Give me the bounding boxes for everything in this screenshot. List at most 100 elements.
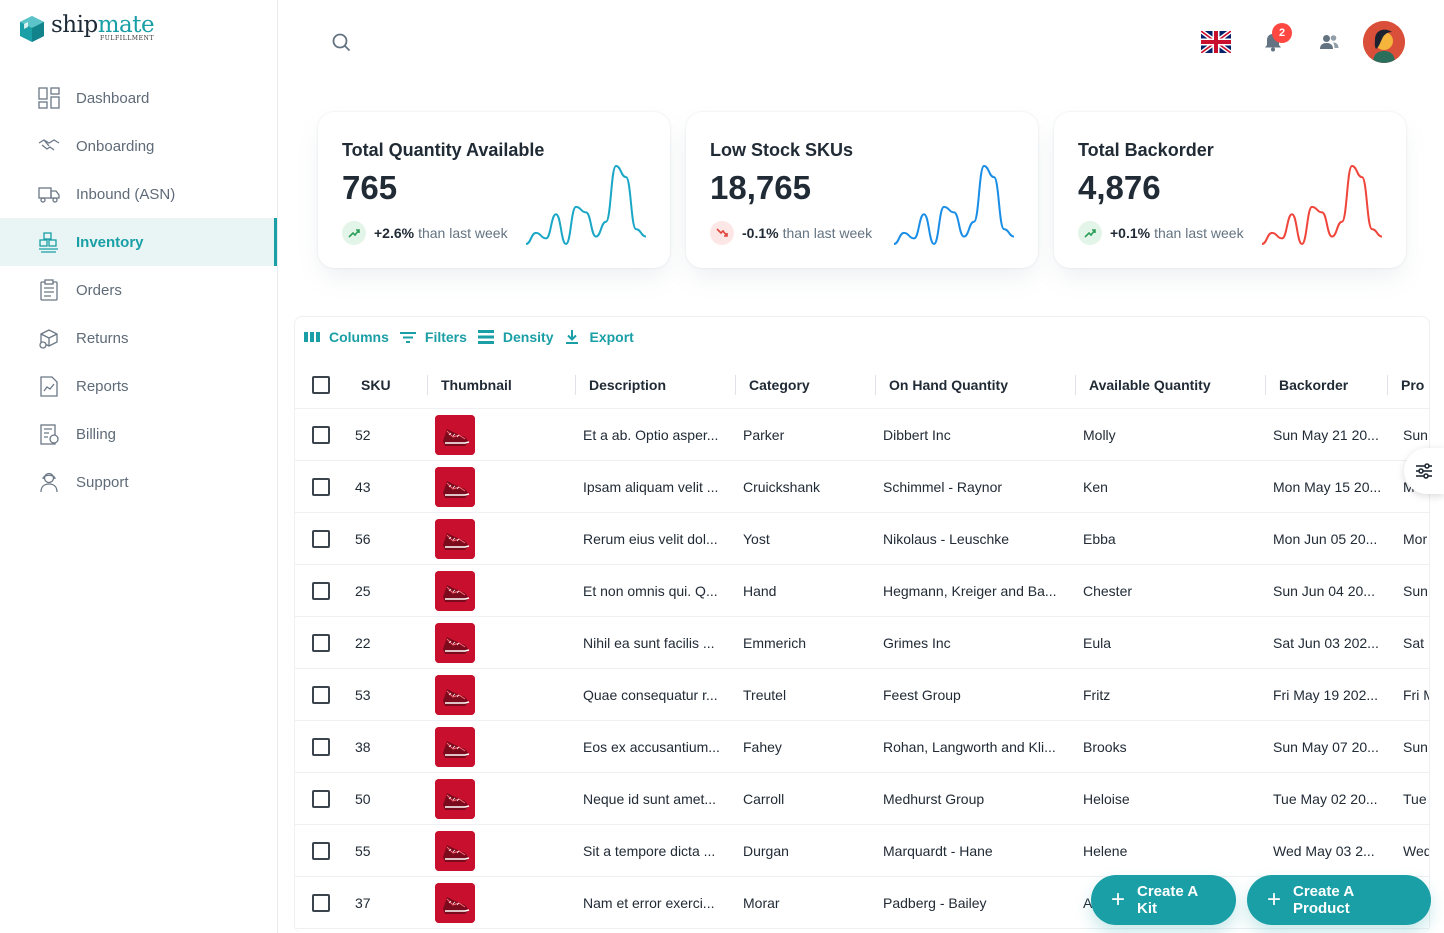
stat-card: Low Stock SKUs 18,765 -0.1% than last week	[686, 112, 1038, 268]
table-toolbar: Columns Filters Density Export	[303, 328, 644, 346]
column-header[interactable]: Category	[735, 361, 810, 409]
columns-icon	[304, 332, 320, 342]
sidebar-item-dashboard[interactable]: Dashboard	[0, 74, 277, 122]
select-all-checkbox[interactable]	[312, 361, 330, 409]
sparkline-chart	[525, 164, 647, 246]
cell-sku: 52	[355, 426, 371, 443]
column-header[interactable]: Pro	[1387, 361, 1424, 409]
row-checkbox[interactable]	[312, 461, 330, 512]
user-avatar[interactable]	[1363, 21, 1405, 63]
sidebar-item-inbound-asn[interactable]: Inbound (ASN)	[0, 170, 277, 218]
table-row[interactable]: 50 Neque id sunt amet... Carroll Medhurst G…	[295, 773, 1429, 825]
trend-percent: -0.1%	[742, 225, 779, 241]
sidebar-item-billing[interactable]: Billing	[0, 410, 277, 458]
logo[interactable]: shipmate FULFILLMENT	[18, 14, 155, 42]
stat-card: Total Backorder 4,876 +0.1% than last week	[1054, 112, 1406, 268]
row-checkbox[interactable]	[312, 409, 330, 460]
card-value: 4,876	[1078, 169, 1161, 206]
cell-sku: 22	[355, 634, 371, 651]
column-separator	[875, 375, 876, 395]
row-checkbox[interactable]	[312, 773, 330, 824]
density-label: Density	[502, 329, 554, 345]
sidebar-item-onboarding[interactable]: Onboarding	[0, 122, 277, 170]
stat-card: Total Quantity Available 765 +2.6% than las…	[318, 112, 670, 268]
sidebar-item-reports[interactable]: Reports	[0, 362, 277, 410]
plus-icon: +	[1111, 886, 1126, 913]
columns-button[interactable]: Columns	[303, 328, 389, 346]
cell-sku: 53	[355, 686, 371, 703]
cell-desc: Ipsam aliquam velit ...	[583, 478, 719, 495]
column-header[interactable]: Backorder	[1265, 361, 1348, 409]
handshake-icon	[37, 134, 61, 158]
sidebar-item-inventory[interactable]: Inventory	[0, 218, 277, 266]
search-icon[interactable]	[331, 32, 351, 52]
sidebar-item-orders[interactable]: Orders	[0, 266, 277, 314]
cell-onhand: Schimmel - Raynor	[883, 478, 1003, 495]
cell-sku: 50	[355, 790, 371, 807]
table-row[interactable]: 56 Rerum eius velit dol... Yost Nikolaus - …	[295, 513, 1429, 565]
row-checkbox[interactable]	[312, 825, 330, 876]
cell-cat: Treutel	[743, 686, 787, 703]
product-thumbnail-image	[435, 830, 475, 871]
filters-button[interactable]: Filters	[399, 328, 467, 346]
sidebar-item-label: Inbound (ASN)	[76, 185, 176, 203]
column-header-label: Available Quantity	[1089, 377, 1211, 393]
column-separator	[1387, 375, 1388, 395]
sparkline-chart	[893, 164, 1015, 246]
table-row[interactable]: 38 Eos ex accusantium... Fahey Rohan, Langw…	[295, 721, 1429, 773]
table-row[interactable]: 55 Sit a tempore dicta ... Durgan Marquardt…	[295, 825, 1429, 877]
cell-pro: Tue	[1403, 790, 1427, 807]
density-icon	[477, 330, 494, 344]
sidebar: shipmate FULFILLMENT Dashboard Onboarding…	[0, 0, 278, 933]
column-header-label: On Hand Quantity	[889, 377, 1008, 393]
column-header[interactable]: On Hand Quantity	[875, 361, 1008, 409]
column-header[interactable]: Thumbnail	[427, 361, 512, 409]
trend-suffix: than last week	[782, 225, 873, 241]
table-row[interactable]: 52 Et a ab. Optio asper... Parker Dibbert I…	[295, 409, 1429, 461]
sidebar-item-support[interactable]: Support	[0, 458, 277, 506]
cell-back: Mon Jun 05 20...	[1273, 530, 1378, 547]
column-header[interactable]: SKU	[361, 361, 391, 409]
sidebar-item-returns[interactable]: Returns	[0, 314, 277, 362]
cell-avail: Brooks	[1083, 738, 1127, 755]
uk-flag-icon[interactable]	[1201, 31, 1231, 53]
create-product-button[interactable]: + Create A Product	[1247, 875, 1431, 925]
card-title: Total Backorder	[1078, 140, 1214, 160]
export-label: Export	[589, 329, 634, 345]
contacts-icon[interactable]	[1318, 31, 1340, 53]
cell-onhand: Marquardt - Hane	[883, 842, 993, 859]
row-checkbox[interactable]	[312, 721, 330, 772]
cell-cat: Durgan	[743, 842, 789, 859]
cell-cat: Cruickshank	[743, 478, 821, 495]
table-row[interactable]: 43 Ipsam aliquam velit ... Cruickshank Schi…	[295, 461, 1429, 513]
column-header[interactable]: Description	[575, 361, 666, 409]
row-checkbox[interactable]	[312, 669, 330, 720]
density-button[interactable]: Density	[477, 328, 554, 346]
product-thumbnail-image	[435, 674, 475, 715]
cell-sku: 25	[355, 582, 371, 599]
cell-sku: 43	[355, 478, 371, 495]
export-button[interactable]: Export	[563, 328, 634, 346]
box-logo-icon	[20, 16, 44, 42]
row-checkbox[interactable]	[312, 877, 330, 928]
create-kit-button[interactable]: + Create A Kit	[1091, 875, 1236, 925]
cell-avail: Ken	[1083, 478, 1108, 495]
inventory-icon	[37, 230, 61, 254]
table-row[interactable]: 25 Et non omnis qui. Q... Hand Hegmann, Kre…	[295, 565, 1429, 617]
cell-sku: 56	[355, 530, 371, 547]
column-header[interactable]: Available Quantity	[1075, 361, 1211, 409]
cell-pro: Mor	[1403, 530, 1428, 547]
table-row[interactable]: 53 Quae consequatur r... Treutel Feest Grou…	[295, 669, 1429, 721]
cell-desc: Nam et error exerci...	[583, 894, 715, 911]
table-row[interactable]: 22 Nihil ea sunt facilis ... Emmerich Grime…	[295, 617, 1429, 669]
row-checkbox[interactable]	[312, 617, 330, 668]
settings-drawer-button[interactable]	[1404, 448, 1444, 494]
cell-back: Sun May 07 20...	[1273, 738, 1379, 755]
column-separator	[427, 375, 428, 395]
sparkline-series	[1261, 164, 1383, 246]
column-header-label: SKU	[361, 377, 391, 393]
row-checkbox[interactable]	[312, 513, 330, 564]
cell-desc: Et non omnis qui. Q...	[583, 582, 718, 599]
trend-percent: +0.1%	[1110, 225, 1151, 241]
row-checkbox[interactable]	[312, 565, 330, 616]
